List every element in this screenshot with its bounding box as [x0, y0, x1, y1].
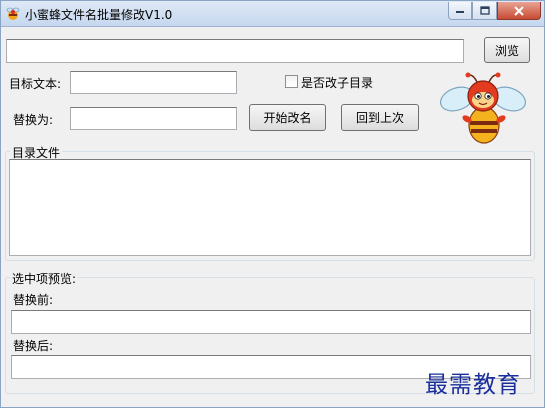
before-label: 替换前: — [13, 293, 54, 307]
undo-button[interactable]: 回到上次 — [341, 104, 419, 131]
target-text-input[interactable] — [70, 71, 237, 94]
subdir-checkbox[interactable] — [285, 75, 298, 88]
after-label: 替换后: — [13, 339, 54, 353]
target-text-label: 目标文本: — [9, 77, 62, 91]
replace-with-input[interactable] — [70, 107, 237, 130]
preview-title: 选中项预览: — [10, 270, 79, 287]
before-field[interactable] — [11, 310, 531, 334]
watermark-text: 最需教育 — [425, 372, 521, 398]
close-icon — [514, 5, 524, 16]
title-bar[interactable]: 小蜜蜂文件名批量修改V1.0 — [1, 1, 544, 27]
replace-with-label: 替换为: — [13, 113, 54, 127]
browse-button[interactable]: 浏览 — [484, 37, 530, 63]
dir-files-list[interactable] — [9, 159, 531, 256]
minimize-button[interactable] — [448, 2, 472, 20]
minimize-icon — [456, 10, 464, 13]
start-rename-button[interactable]: 开始改名 — [249, 104, 326, 131]
main-window: 小蜜蜂文件名批量修改V1.0 浏览 目标文本: 是否改子目录 替换为: 开始改名… — [0, 0, 545, 408]
subdir-label[interactable]: 是否改子目录 — [301, 74, 373, 91]
close-button[interactable] — [497, 2, 541, 20]
bee-icon — [6, 7, 20, 20]
bee-mascot — [439, 72, 527, 144]
window-title: 小蜜蜂文件名批量修改V1.0 — [25, 8, 173, 22]
maximize-button[interactable] — [472, 2, 497, 20]
maximize-icon — [479, 6, 490, 15]
path-input[interactable] — [6, 39, 464, 63]
